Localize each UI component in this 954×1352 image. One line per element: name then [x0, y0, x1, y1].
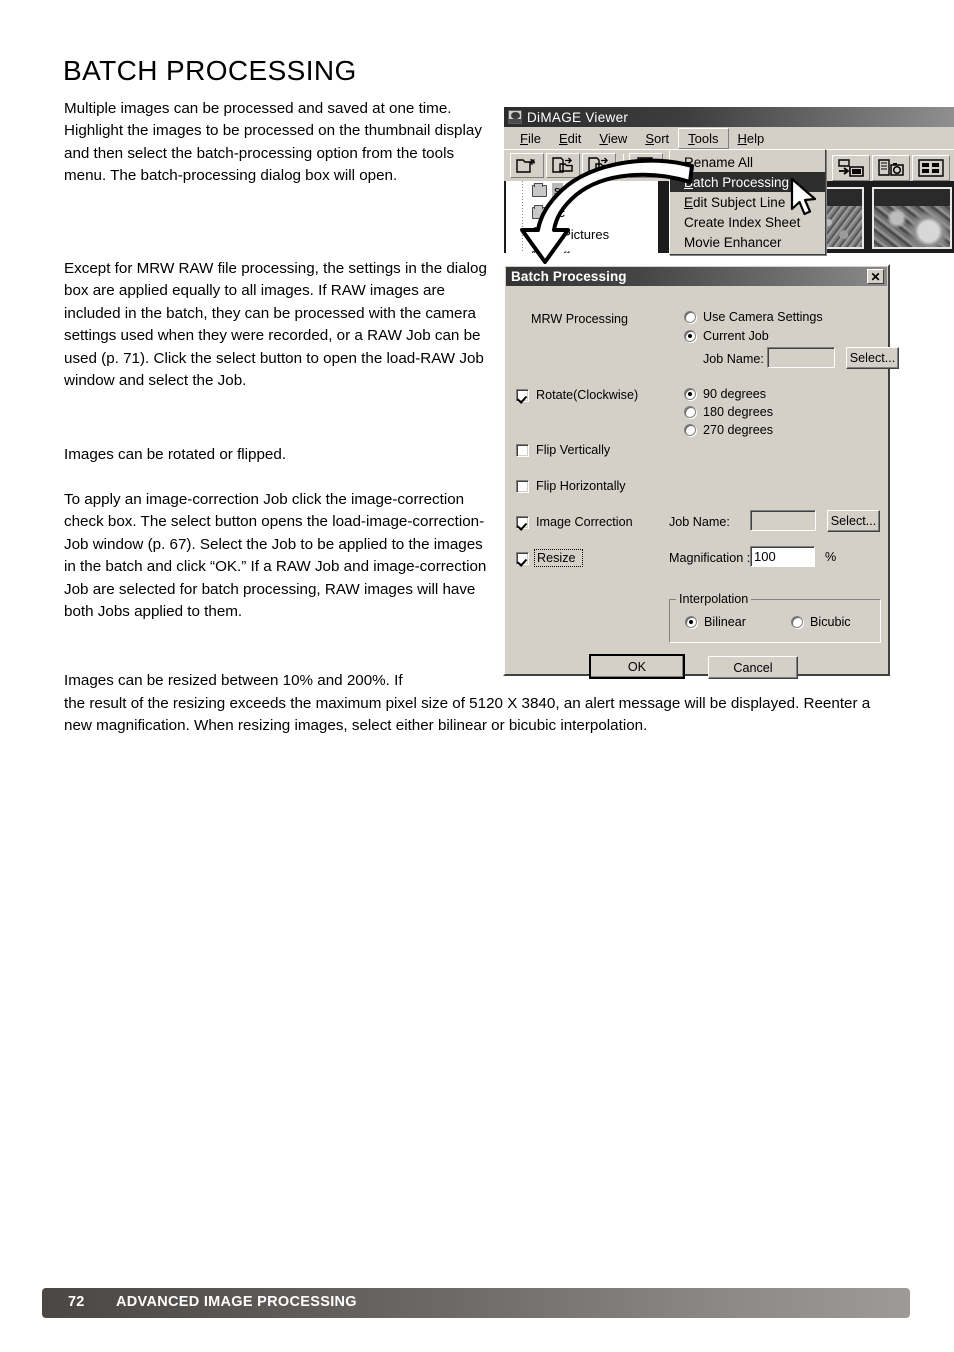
menu-sort[interactable]: Sort	[636, 129, 678, 148]
raw-job-name-label: Job Name:	[703, 352, 764, 366]
thumbnail-grid-icon[interactable]	[912, 155, 950, 181]
transfer-image-icon[interactable]	[832, 155, 870, 181]
magnification-label: Magnification :	[669, 551, 751, 565]
checkbox-flip-horizontally[interactable]	[516, 480, 529, 493]
checkbox-resize[interactable]	[516, 552, 529, 565]
checkbox-image-correction-label: Image Correction	[536, 515, 633, 529]
checkbox-flip-vertically-label: Flip Vertically	[536, 443, 611, 457]
menu-help[interactable]: Help	[729, 129, 774, 148]
thumbnail-image	[874, 206, 950, 247]
mouse-pointer-icon	[790, 178, 817, 216]
paragraph-resize-lead: Images can be resized between 10% and 20…	[64, 672, 403, 689]
paragraph-intro: Multiple images can be processed and sav…	[64, 100, 482, 185]
radio-rotate-180-label: 180 degrees	[703, 405, 774, 419]
radio-rotate-90-label: 90 degrees	[703, 387, 767, 401]
magnification-unit-label: %	[825, 550, 837, 564]
footer-bar: 72 ADVANCED IMAGE PROCESSING	[42, 1288, 910, 1318]
mrw-processing-label: MRW Processing	[531, 312, 629, 326]
checkbox-rotate-clockwise[interactable]	[516, 389, 529, 402]
radio-current-job[interactable]	[684, 330, 696, 342]
radio-rotate-90[interactable]	[684, 388, 696, 400]
radio-current-job-label: Current Job	[703, 329, 769, 343]
viewer-toolbar-right-group	[832, 155, 952, 181]
batch-processing-dialog: Batch Processing ✕ MRW Processing Use Ca…	[503, 264, 899, 679]
ok-button[interactable]: OK	[589, 654, 685, 679]
callout-arrow-icon	[520, 158, 694, 264]
cancel-button[interactable]: Cancel	[708, 656, 798, 679]
checkbox-resize-label: Resize	[537, 551, 576, 565]
radio-bicubic[interactable]	[791, 616, 803, 628]
checkbox-image-correction[interactable]	[516, 516, 529, 529]
radio-rotate-270[interactable]	[684, 424, 696, 436]
radio-bilinear-label: Bilinear	[704, 615, 746, 629]
checkbox-rotate-clockwise-label: Rotate(Clockwise)	[536, 388, 639, 402]
interpolation-group-label: Interpolation	[676, 592, 752, 606]
viewer-title-text: DiMAGE Viewer	[527, 109, 629, 125]
viewer-titlebar: DiMAGE Viewer	[504, 107, 954, 127]
dimage-app-icon	[508, 110, 522, 124]
footer-section-title: ADVANCED IMAGE PROCESSING	[116, 1294, 357, 1310]
correction-job-name-field[interactable]	[750, 510, 816, 531]
batch-dialog-content: MRW Processing Use Camera Settings Curre…	[505, 287, 899, 679]
raw-select-button[interactable]: Select...	[846, 347, 899, 369]
correction-select-button[interactable]: Select...	[827, 510, 880, 532]
raw-job-name-field[interactable]	[767, 347, 835, 368]
viewer-menubar: File Edit View Sort Tools Help	[504, 127, 954, 149]
close-icon[interactable]: ✕	[867, 269, 884, 284]
page-title: BATCH PROCESSING	[63, 55, 357, 86]
radio-rotate-270-label: 270 degrees	[703, 423, 774, 437]
radio-use-camera-settings-label: Use Camera Settings	[703, 310, 823, 324]
menu-tools[interactable]: Tools	[678, 127, 729, 149]
checkbox-flip-vertically[interactable]	[516, 444, 529, 457]
paragraph-mrw-settings: Except for MRW RAW file processing, the …	[64, 260, 487, 390]
magnification-field[interactable]: 100	[750, 546, 815, 567]
radio-use-camera-settings[interactable]	[684, 311, 696, 323]
radio-rotate-180[interactable]	[684, 406, 696, 418]
paragraph-resize-rest: the result of the resizing exceeds the m…	[64, 695, 871, 735]
thumbnail-item[interactable]	[872, 187, 952, 249]
camera-info-icon[interactable]	[872, 155, 910, 181]
paragraph-rotate-flip: Images can be rotated or flipped.	[64, 446, 287, 463]
menu-view[interactable]: View	[590, 129, 636, 148]
checkbox-flip-horizontally-label: Flip Horizontally	[536, 479, 626, 493]
paragraph-image-correction: To apply an image-correction Job click t…	[64, 491, 487, 621]
radio-bicubic-label: Bicubic	[810, 615, 851, 629]
radio-bilinear[interactable]	[685, 616, 697, 628]
menu-edit[interactable]: Edit	[550, 129, 590, 148]
menu-file[interactable]: File	[511, 129, 550, 148]
page-number: 72	[68, 1294, 85, 1310]
correction-job-name-label: Job Name:	[669, 515, 730, 529]
